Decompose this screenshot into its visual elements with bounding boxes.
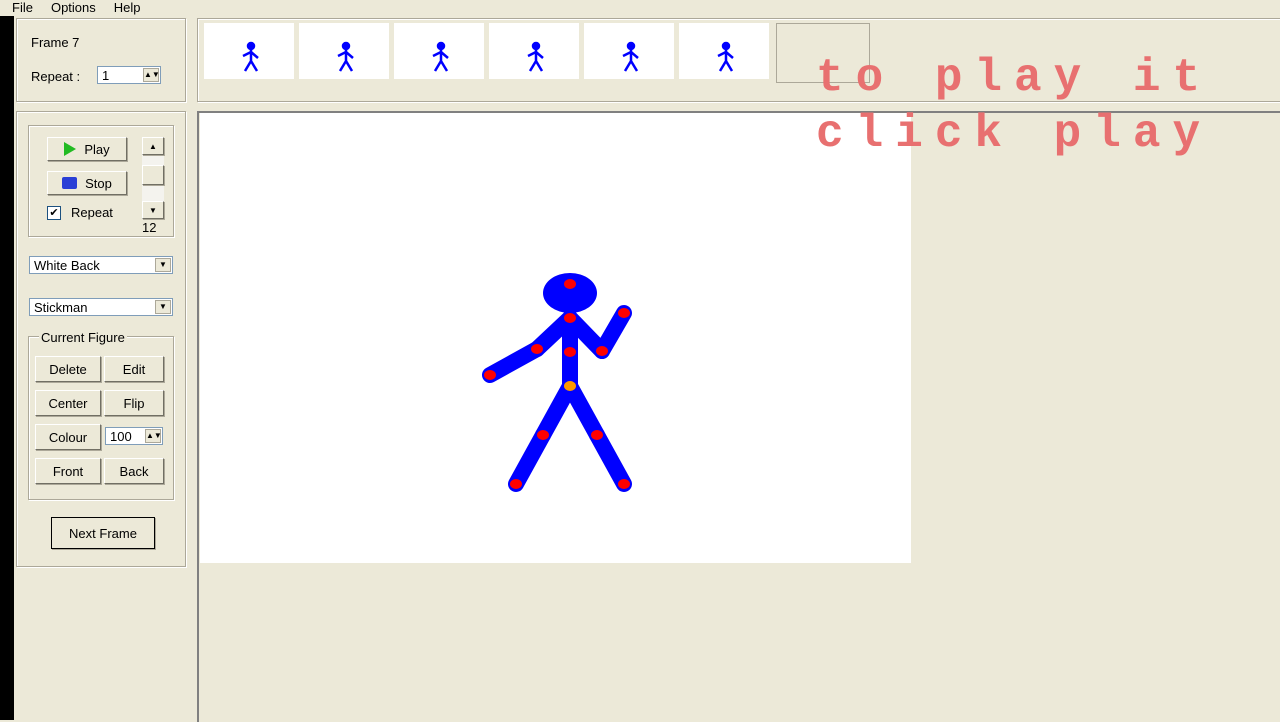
timeline-frame[interactable] bbox=[204, 23, 294, 79]
chevron-down-icon: ▼ bbox=[155, 300, 171, 314]
up-arrow-icon[interactable]: ▲ bbox=[142, 137, 164, 155]
group-title: Current Figure bbox=[39, 330, 127, 345]
check-icon: ✔ bbox=[47, 205, 61, 220]
front-button[interactable]: Front bbox=[35, 458, 101, 484]
current-figure-group: Current Figure Delete Edit Center Flip C… bbox=[28, 330, 174, 500]
stop-icon bbox=[62, 177, 78, 189]
play-button[interactable]: Play bbox=[47, 137, 127, 161]
overlay-text-2: click play bbox=[816, 108, 1213, 160]
play-icon bbox=[64, 142, 77, 156]
joint-handle[interactable] bbox=[564, 279, 576, 289]
joint-handle[interactable] bbox=[591, 430, 603, 440]
stickman-thumbnail-icon bbox=[717, 41, 734, 72]
joint-handle[interactable] bbox=[564, 347, 576, 357]
joint-handle[interactable] bbox=[537, 430, 549, 440]
timeline-frame[interactable] bbox=[394, 23, 484, 79]
stickman-thumbnail-icon bbox=[242, 41, 259, 72]
stickman-thumbnail-icon bbox=[432, 41, 449, 72]
joint-handle[interactable] bbox=[564, 313, 576, 323]
background-select[interactable]: White Back ▼ bbox=[29, 256, 173, 274]
back-button[interactable]: Back bbox=[104, 458, 164, 484]
frame-panel: Frame 7 Repeat : 1 ▲▼ bbox=[16, 18, 186, 102]
center-button[interactable]: Center bbox=[35, 390, 101, 416]
menu-options[interactable]: Options bbox=[51, 0, 96, 15]
delete-button[interactable]: Delete bbox=[35, 356, 101, 382]
stickman-thumbnail-icon bbox=[337, 41, 354, 72]
playback-group: Play Stop ✔ Repeat ▲ ▼ 12 bbox=[28, 125, 174, 237]
spin-icon[interactable]: ▲▼ bbox=[143, 68, 160, 82]
joint-handle[interactable] bbox=[484, 370, 496, 380]
colour-button[interactable]: Colour bbox=[35, 424, 101, 450]
spin-icon[interactable]: ▲▼ bbox=[145, 429, 162, 443]
chevron-down-icon: ▼ bbox=[155, 258, 171, 272]
repeat-stepper[interactable]: 1 ▲▼ bbox=[97, 66, 161, 84]
stop-button[interactable]: Stop bbox=[47, 171, 127, 195]
menu-bar: File Options Help bbox=[12, 0, 159, 15]
down-arrow-icon[interactable]: ▼ bbox=[142, 201, 164, 219]
overlay-text-1: to play it bbox=[816, 52, 1213, 104]
joint-handle[interactable] bbox=[531, 344, 543, 354]
figure-select[interactable]: Stickman ▼ bbox=[29, 298, 173, 316]
repeat-checkbox[interactable]: ✔ Repeat bbox=[47, 205, 113, 220]
flip-button[interactable]: Flip bbox=[104, 390, 164, 416]
left-edge bbox=[0, 16, 14, 720]
timeline-frame[interactable] bbox=[489, 23, 579, 79]
next-frame-button[interactable]: Next Frame bbox=[51, 517, 155, 549]
joint-handle[interactable] bbox=[596, 346, 608, 356]
edit-button[interactable]: Edit bbox=[104, 356, 164, 382]
size-stepper[interactable]: 100 ▲▼ bbox=[105, 427, 163, 445]
joint-handle[interactable] bbox=[618, 479, 630, 489]
timeline-frame[interactable] bbox=[584, 23, 674, 79]
timeline-frame[interactable] bbox=[299, 23, 389, 79]
slider-thumb[interactable] bbox=[142, 165, 164, 185]
control-panel: Play Stop ✔ Repeat ▲ ▼ 12 White Back ▼ Sti… bbox=[16, 111, 186, 567]
joint-handle[interactable] bbox=[564, 381, 576, 391]
joint-handle[interactable] bbox=[510, 479, 522, 489]
repeat-label: Repeat : bbox=[31, 69, 81, 84]
joint-handle[interactable] bbox=[618, 308, 630, 318]
stickman-thumbnail-icon bbox=[622, 41, 639, 72]
stage-canvas[interactable] bbox=[200, 113, 911, 563]
speed-value: 12 bbox=[142, 220, 157, 235]
frame-label: Frame 7 bbox=[31, 35, 80, 50]
speed-slider[interactable]: ▲ ▼ bbox=[142, 137, 164, 219]
menu-help[interactable]: Help bbox=[114, 0, 141, 15]
menu-file[interactable]: File bbox=[12, 0, 33, 15]
timeline-frame[interactable] bbox=[679, 23, 769, 79]
stickman-thumbnail-icon bbox=[527, 41, 544, 72]
